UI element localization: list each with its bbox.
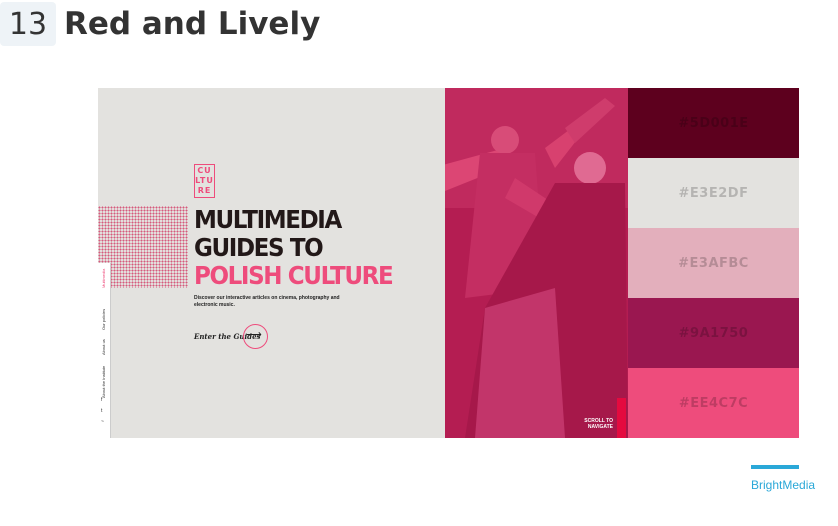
vertical-nav: Multimedia Our policies About us About t…	[98, 263, 111, 438]
nav-item-multimedia[interactable]: Multimedia	[98, 265, 110, 291]
credit-accent-bar	[751, 465, 799, 469]
nav-item-about[interactable]: About us	[98, 335, 110, 359]
site-logo[interactable]: CU LTU RE	[194, 164, 215, 198]
twitter-icon[interactable]: t	[101, 408, 102, 414]
hero-title-line1: MULTIMEDIA	[194, 205, 342, 234]
item-number-badge: 13	[0, 2, 56, 46]
facebook-icon[interactable]: f	[101, 397, 102, 403]
hero-photo: SCROLL TO NAVIGATE	[445, 88, 628, 438]
swatch-e3e2df: #E3E2DF	[628, 158, 799, 228]
site-hero: Multimedia Our policies About us About t…	[98, 88, 445, 438]
scroll-indicator[interactable]	[617, 398, 626, 438]
page-title: Red and Lively	[64, 6, 321, 42]
arrow-right-icon: ⟶	[246, 329, 262, 341]
swatch-ee4c7c: #EE4C7C	[628, 368, 799, 438]
nav-item-policies[interactable]: Our policies	[98, 307, 110, 331]
swatch-5d001e: #5D001E	[628, 88, 799, 158]
hero-title-line2: GUIDES TO	[194, 233, 324, 262]
preview-image: Multimedia Our policies About us About t…	[98, 88, 799, 438]
swatch-9a1750: #9A1750	[628, 298, 799, 368]
hero-description: Discover our interactive articles on cin…	[194, 295, 340, 308]
dancers-illustration	[445, 88, 628, 438]
color-palette: #5D001E #E3E2DF #E3AFBC #9A1750 #EE4C7C	[628, 88, 799, 438]
nav-item-institute[interactable]: About the Institute	[98, 363, 110, 401]
credit-link[interactable]: BrightMedia	[751, 478, 815, 492]
swatch-e3afbc: #E3AFBC	[628, 228, 799, 298]
share-icon[interactable]: ~	[101, 419, 104, 425]
hero-title-line3: POLISH CULTURE	[194, 261, 394, 290]
scroll-hint: SCROLL TO NAVIGATE	[584, 418, 613, 430]
dot-pattern	[98, 206, 188, 288]
